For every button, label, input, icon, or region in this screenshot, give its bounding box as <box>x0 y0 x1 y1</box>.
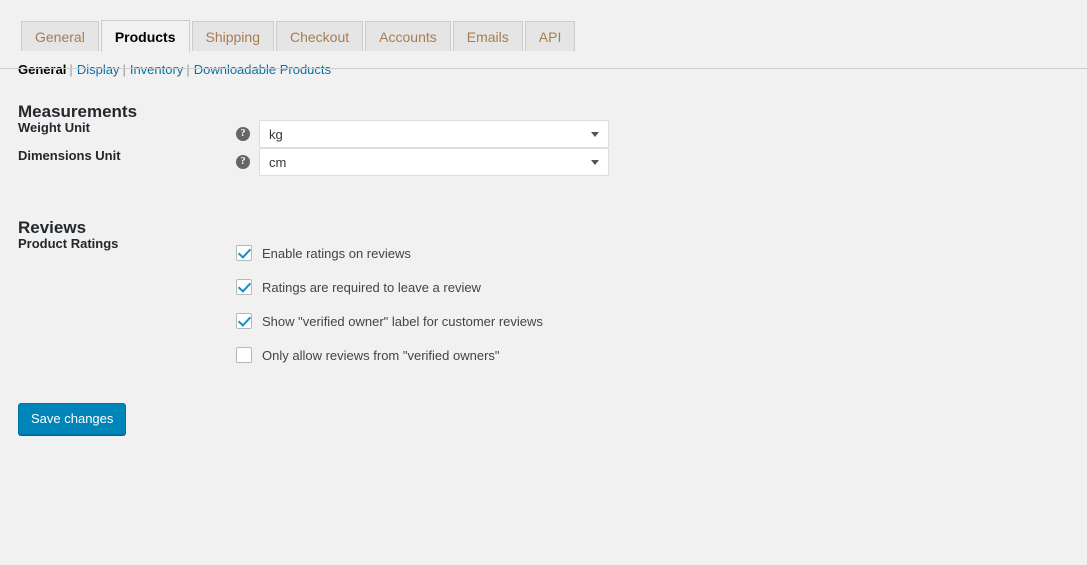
help-icon[interactable]: ? <box>236 127 250 141</box>
dimensions-unit-value: cm <box>269 154 287 170</box>
tab-checkout[interactable]: Checkout <box>276 21 364 51</box>
product-ratings-row: Product Ratings Enable ratings on review… <box>18 236 1069 372</box>
settings-subnav: General | Display | Inventory | Downloadable P… <box>0 50 1087 76</box>
tab-accounts[interactable]: Accounts <box>365 21 451 51</box>
subnav-item-general: General <box>18 62 67 77</box>
subnav-separator: | <box>186 62 190 77</box>
rating-option[interactable]: Enable ratings on reviews <box>236 236 1069 270</box>
chevron-down-icon <box>591 132 599 137</box>
subnav-separator: | <box>122 62 126 77</box>
help-icon[interactable]: ? <box>236 155 250 169</box>
chevron-down-icon <box>591 160 599 165</box>
tab-general[interactable]: General <box>21 21 99 51</box>
rating-option-label: Ratings are required to leave a review <box>262 279 481 295</box>
rating-option-label: Only allow reviews from "verified owners… <box>262 347 500 363</box>
subnav-separator: | <box>69 62 73 77</box>
reviews-heading: Reviews <box>18 218 87 237</box>
tab-emails[interactable]: Emails <box>452 21 523 51</box>
measurements-form-table: Weight Unit ? kg Dimensions Unit ? cm <box>18 120 1069 176</box>
settings-tabs: General Products Shipping Checkout Accounts E… <box>21 19 1087 52</box>
dimensions-unit-label: Dimensions Unit <box>18 148 121 163</box>
settings-tab-bar: General Products Shipping Checkout Accounts E… <box>0 0 1087 69</box>
product-ratings-options: Enable ratings on reviews Ratings are req… <box>236 236 1069 372</box>
checkbox-checked-icon[interactable] <box>236 245 252 261</box>
subnav-item-display[interactable]: Display <box>77 62 120 77</box>
subnav-item-inventory[interactable]: Inventory <box>130 62 183 77</box>
measurements-heading: Measurements <box>18 102 138 121</box>
rating-option-label: Show "verified owner" label for customer… <box>262 313 543 329</box>
weight-unit-value: kg <box>269 126 283 142</box>
dimensions-unit-row: Dimensions Unit ? cm <box>18 148 1069 176</box>
checkbox-unchecked-icon[interactable] <box>236 347 252 363</box>
tab-bar-baseline <box>0 68 1087 69</box>
rating-option[interactable]: Ratings are required to leave a review <box>236 270 1069 304</box>
rating-option[interactable]: Show "verified owner" label for customer… <box>236 304 1069 338</box>
tab-shipping[interactable]: Shipping <box>191 21 274 51</box>
weight-unit-row: Weight Unit ? kg <box>18 120 1069 148</box>
weight-unit-label: Weight Unit <box>18 120 90 135</box>
product-ratings-label: Product Ratings <box>18 236 119 251</box>
reviews-form-table: Product Ratings Enable ratings on review… <box>18 236 1069 372</box>
dimensions-unit-select[interactable]: cm <box>259 148 609 176</box>
settings-content: Measurements Weight Unit ? kg Dimensions… <box>0 103 1087 372</box>
dimensions-unit-field: ? cm <box>236 148 1069 176</box>
rating-option[interactable]: Only allow reviews from "verified owners… <box>236 338 1069 372</box>
submit-area: Save changes <box>0 372 1087 435</box>
weight-unit-select[interactable]: kg <box>259 120 609 148</box>
weight-unit-field: ? kg <box>236 120 1069 148</box>
subnav-item-downloadable-products[interactable]: Downloadable Products <box>194 62 331 77</box>
checkbox-checked-icon[interactable] <box>236 313 252 329</box>
checkbox-checked-icon[interactable] <box>236 279 252 295</box>
tab-products[interactable]: Products <box>100 20 190 52</box>
tab-api[interactable]: API <box>524 21 576 51</box>
rating-option-label: Enable ratings on reviews <box>262 245 411 261</box>
save-changes-button[interactable]: Save changes <box>18 403 127 435</box>
